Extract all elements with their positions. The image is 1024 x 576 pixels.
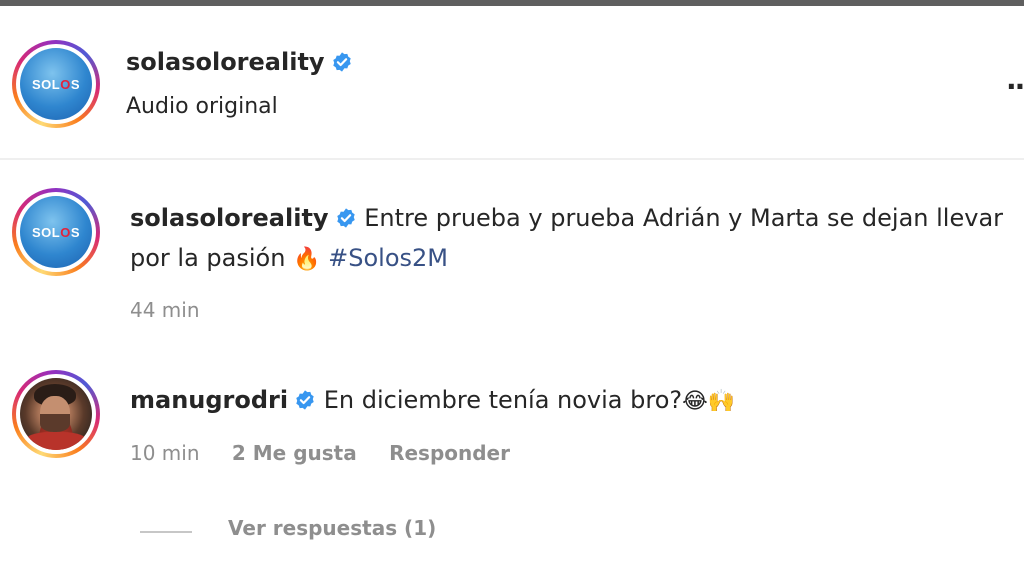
comment-time: 10 min xyxy=(130,441,200,465)
caption-time: 44 min xyxy=(130,298,200,322)
laughing-praise-emoji-icon: 😂🙌 xyxy=(682,389,736,414)
comment-body: En diciembre tenía novia bro? xyxy=(323,386,683,414)
user-photo xyxy=(20,378,92,450)
verified-badge-icon xyxy=(332,52,351,72)
header-divider xyxy=(0,158,1024,160)
verified-badge-icon xyxy=(296,390,314,410)
caption-meta: 44 min xyxy=(130,298,226,322)
comment-username[interactable]: manugrodri xyxy=(130,386,288,414)
header-username[interactable]: solasoloreality xyxy=(126,48,325,76)
hashtag-link[interactable]: #Solos2M xyxy=(328,244,448,272)
comment-meta: 10 min 2 Me gusta Responder xyxy=(130,441,536,465)
verified-badge-icon xyxy=(336,208,355,228)
caption-username[interactable]: solasoloreality xyxy=(130,204,329,232)
replies-divider-line xyxy=(140,531,192,533)
header-user[interactable]: solasoloreality xyxy=(126,48,353,76)
fire-emoji-icon: 🔥 xyxy=(293,247,321,272)
caption-text: solasoloreality Entre prueba y prueba Ad… xyxy=(130,198,1020,280)
reply-button[interactable]: Responder xyxy=(389,441,510,465)
header-avatar[interactable]: SOLOS xyxy=(12,40,100,128)
window-top-bar xyxy=(0,0,1024,6)
solos-logo: SOLOS xyxy=(31,224,81,240)
audio-subtitle[interactable]: Audio original xyxy=(126,94,278,119)
comment-text: manugrodri En diciembre tenía novia bro?… xyxy=(130,380,1020,422)
solos-logo: SOLOS xyxy=(31,76,81,92)
more-dots-icon[interactable]: ·· xyxy=(1006,70,1024,103)
caption-avatar[interactable]: SOLOS xyxy=(12,188,100,276)
view-replies-button[interactable]: Ver respuestas (1) xyxy=(228,516,436,540)
comment-avatar[interactable] xyxy=(12,370,100,458)
comment-likes[interactable]: 2 Me gusta xyxy=(232,441,357,465)
